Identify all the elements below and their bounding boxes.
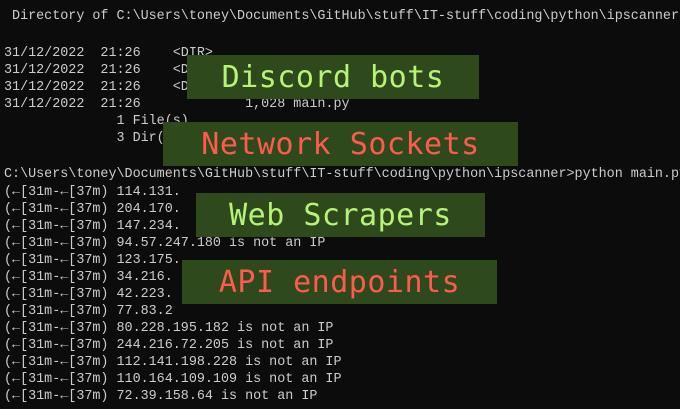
output-line: (←[31m-←[37m) 94.57.247.180 is not an IP xyxy=(4,236,326,251)
output-line: (←[31m-←[37m) 34.216. xyxy=(4,270,173,285)
dir-listing-line: 31/12/2022 21:26 <DIR> xyxy=(4,80,213,95)
dir-listing-line: 31/12/2022 21:26 <DIR> xyxy=(4,63,213,78)
summary-line: 1 File(s) xyxy=(4,114,189,129)
output-line: (←[31m-←[37m) 114.131. xyxy=(4,185,181,200)
output-line: (←[31m-←[37m) 42.223. xyxy=(4,287,173,302)
command-prompt-line: C:\Users\toney\Documents\GitHub\stuff\IT… xyxy=(4,167,680,182)
output-line: (←[31m-←[37m) 204.170. xyxy=(4,202,181,217)
output-line: (←[31m-←[37m) 112.141.198.228 is not an … xyxy=(4,355,342,370)
output-line: (←[31m-←[37m) 123.175. xyxy=(4,253,181,268)
banner-network-sockets: Network Sockets xyxy=(163,122,518,166)
banner-api-endpoints: API endpoints xyxy=(182,260,497,304)
banner-discord-bots: Discord bots xyxy=(187,55,479,99)
output-line: (←[31m-←[37m) 244.216.72.205 is not an I… xyxy=(4,338,334,353)
output-line: (←[31m-←[37m) 110.164.109.109 is not an … xyxy=(4,372,342,387)
banner-web-scrapers: Web Scrapers xyxy=(196,193,485,237)
output-line: (←[31m-←[37m) 77.83.2 xyxy=(4,304,173,319)
directory-header-line: Directory of C:\Users\toney\Documents\Gi… xyxy=(4,9,679,24)
output-line: (←[31m-←[37m) 147.234. xyxy=(4,219,181,234)
summary-line: 3 Dir(s) xyxy=(4,131,181,146)
output-line: (←[31m-←[37m) 72.39.158.64 is not an IP xyxy=(4,389,318,404)
output-line: (←[31m-←[37m) 80.228.195.182 is not an I… xyxy=(4,321,334,336)
dir-listing-line: 31/12/2022 21:26 <DIR> xyxy=(4,46,213,61)
